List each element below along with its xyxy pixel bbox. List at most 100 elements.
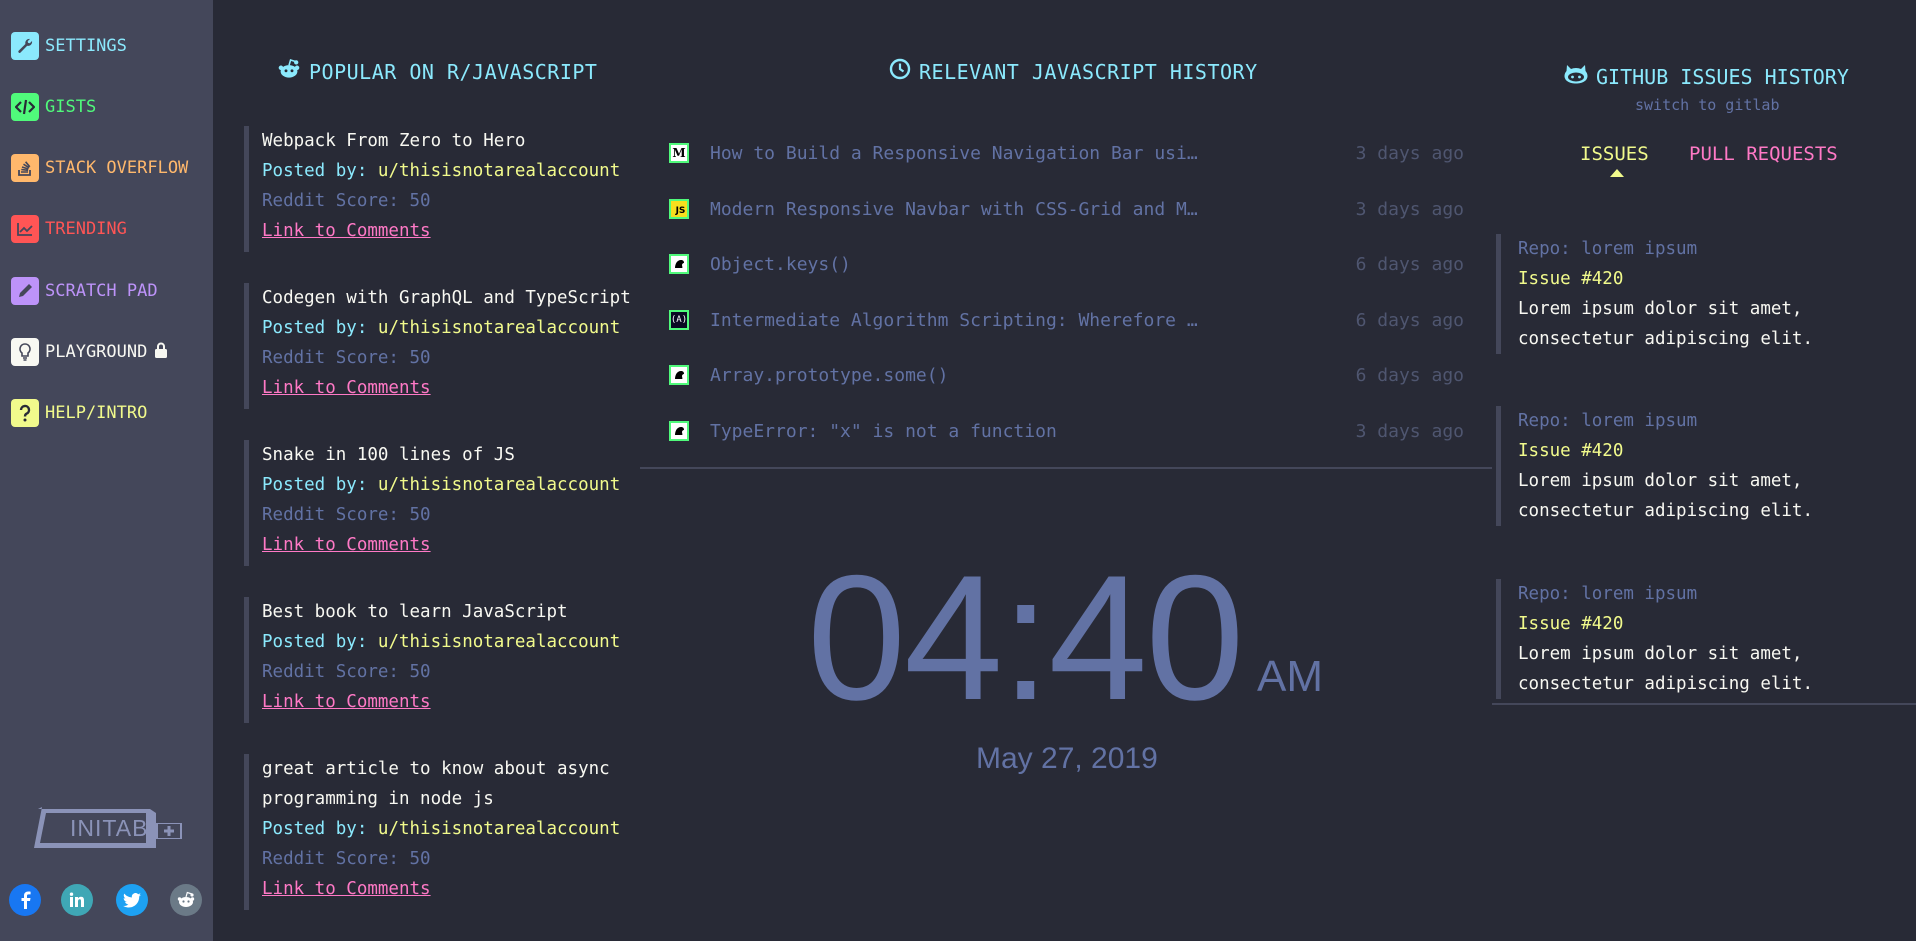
issue-number: Issue #420 — [1518, 441, 1624, 461]
issue-repo: Repo: lorem ipsum — [1518, 239, 1698, 259]
post-title[interactable]: Webpack From Zero to Hero — [262, 126, 642, 156]
comments-link[interactable]: Link to Comments — [262, 373, 652, 403]
github-title-text: GITHUB ISSUES HISTORY — [1596, 64, 1849, 89]
comments-link[interactable]: Link to Comments — [262, 874, 652, 904]
js-icon: JS — [669, 199, 689, 219]
history-title[interactable]: TypeError: "x" is not a function — [710, 421, 1210, 442]
tab-issues-label: ISSUES — [1580, 143, 1649, 165]
posted-label: Posted by: — [262, 475, 368, 495]
nav-settings[interactable]: SETTINGS — [11, 31, 127, 61]
issue-number: Issue #420 — [1518, 614, 1624, 634]
reddit-post: Codegen with GraphQL and TypeScript Post… — [244, 283, 652, 409]
tab-pull-requests[interactable]: PULL REQUESTS — [1689, 143, 1838, 165]
posted-label: Posted by: — [262, 632, 368, 652]
history-title[interactable]: Intermediate Algorithm Scripting: Wheref… — [710, 310, 1210, 331]
post-score: Reddit Score: 50 — [262, 849, 431, 869]
issue-description: Lorem ipsum dolor sit amet, consectetur … — [1518, 299, 1814, 349]
nav-playground[interactable]: PLAYGROUND — [11, 337, 168, 367]
history-time: 6 days ago — [1355, 309, 1464, 331]
nav-trending[interactable]: TRENDING — [11, 214, 127, 244]
github-section-title: GITHUB ISSUES HISTORY — [1564, 63, 1849, 90]
lock-icon — [154, 342, 168, 362]
nav-trending-label: TRENDING — [45, 219, 127, 239]
history-item[interactable]: (A) Intermediate Algorithm Scripting: Wh… — [669, 305, 1464, 335]
brand-text: INITAB — [70, 815, 149, 841]
clock-icon — [889, 58, 919, 85]
post-user[interactable]: u/thisisnotarealaccount — [378, 161, 620, 181]
medium-icon: M — [669, 143, 689, 163]
nav-gists[interactable]: GISTS — [11, 92, 96, 122]
history-time: 3 days ago — [1355, 142, 1464, 164]
tab-issues[interactable]: ISSUES — [1580, 143, 1649, 177]
clock-date: May 27, 2019 — [976, 742, 1158, 775]
facebook-icon[interactable] — [9, 884, 41, 916]
question-icon — [11, 399, 39, 427]
mdn-icon — [669, 254, 689, 274]
issue-card[interactable]: Repo: lorem ipsum Issue #420 Lorem ipsum… — [1496, 406, 1916, 526]
reddit-icon[interactable] — [170, 884, 202, 916]
reddit-title-text: POPULAR ON R/JAVASCRIPT — [309, 59, 598, 84]
history-time: 3 days ago — [1355, 420, 1464, 442]
post-user[interactable]: u/thisisnotarealaccount — [378, 475, 620, 495]
mdn-icon — [669, 365, 689, 385]
history-time: 6 days ago — [1355, 364, 1464, 386]
post-author: Posted by: u/thisisnotarealaccount — [262, 814, 652, 844]
history-time: 3 days ago — [1355, 198, 1464, 220]
lightbulb-icon — [11, 338, 39, 366]
post-score: Reddit Score: 50 — [262, 662, 431, 682]
history-item[interactable]: JS Modern Responsive Navbar with CSS-Gri… — [669, 194, 1464, 224]
comments-link[interactable]: Link to Comments — [262, 530, 652, 560]
clock: 04:40 AM — [807, 548, 1323, 728]
post-title[interactable]: Best book to learn JavaScript — [262, 597, 642, 627]
comments-link[interactable]: Link to Comments — [262, 687, 652, 717]
post-user[interactable]: u/thisisnotarealaccount — [378, 632, 620, 652]
linkedin-icon[interactable] — [61, 884, 93, 916]
nav-stack-overflow[interactable]: STACK OVERFLOW — [11, 153, 188, 183]
wrench-icon — [11, 32, 39, 60]
reddit-section-title: POPULAR ON R/JAVASCRIPT — [277, 58, 597, 85]
issue-description: Lorem ipsum dolor sit amet, consectetur … — [1518, 644, 1814, 694]
history-title[interactable]: Object.keys() — [710, 254, 1210, 275]
initab-logo: INITAB — [28, 807, 184, 852]
twitter-icon[interactable] — [116, 884, 148, 916]
history-item[interactable]: Array.prototype.some() 6 days ago — [669, 360, 1464, 390]
post-author: Posted by: u/thisisnotarealaccount — [262, 470, 652, 500]
issue-card[interactable]: Repo: lorem ipsum Issue #420 Lorem ipsum… — [1496, 579, 1916, 699]
history-item[interactable]: TypeError: "x" is not a function 3 days … — [669, 416, 1464, 446]
post-score: Reddit Score: 50 — [262, 348, 431, 368]
history-title[interactable]: Modern Responsive Navbar with CSS-Grid a… — [710, 199, 1210, 220]
history-time: 6 days ago — [1355, 253, 1464, 275]
post-title[interactable]: Snake in 100 lines of JS — [262, 440, 642, 470]
pencil-icon — [11, 277, 39, 305]
chart-icon — [11, 215, 39, 243]
post-title[interactable]: Codegen with GraphQL and TypeScript — [262, 283, 642, 313]
nav-settings-label: SETTINGS — [45, 36, 127, 56]
issue-repo: Repo: lorem ipsum — [1518, 584, 1698, 604]
issue-repo: Repo: lorem ipsum — [1518, 411, 1698, 431]
post-author: Posted by: u/thisisnotarealaccount — [262, 156, 652, 186]
issue-card[interactable]: Repo: lorem ipsum Issue #420 Lorem ipsum… — [1496, 234, 1916, 354]
nav-scratch-pad-label: SCRATCH PAD — [45, 281, 158, 301]
comments-link[interactable]: Link to Comments — [262, 216, 652, 246]
history-item[interactable]: Object.keys() 6 days ago — [669, 249, 1464, 279]
clock-ampm: AM — [1257, 652, 1323, 701]
active-tab-indicator — [1610, 169, 1624, 177]
reddit-post: Best book to learn JavaScript Posted by:… — [244, 597, 652, 723]
switch-to-gitlab-link[interactable]: switch to gitlab — [1635, 96, 1780, 114]
nav-help[interactable]: HELP/INTRO — [11, 398, 147, 428]
post-user[interactable]: u/thisisnotarealaccount — [378, 819, 620, 839]
posted-label: Posted by: — [262, 819, 368, 839]
history-title[interactable]: How to Build a Responsive Navigation Bar… — [710, 143, 1210, 164]
reddit-post: great article to know about async progra… — [244, 754, 652, 910]
post-author: Posted by: u/thisisnotarealaccount — [262, 627, 652, 657]
mdn-icon — [669, 421, 689, 441]
code-icon — [11, 93, 39, 121]
history-title[interactable]: Array.prototype.some() — [710, 365, 1210, 386]
post-title[interactable]: great article to know about async progra… — [262, 754, 632, 814]
divider — [640, 467, 1492, 469]
post-user[interactable]: u/thisisnotarealaccount — [378, 318, 620, 338]
tab-pull-requests-label: PULL REQUESTS — [1689, 143, 1838, 165]
nav-scratch-pad[interactable]: SCRATCH PAD — [11, 276, 158, 306]
divider — [1492, 703, 1916, 705]
history-item[interactable]: M How to Build a Responsive Navigation B… — [669, 138, 1464, 168]
